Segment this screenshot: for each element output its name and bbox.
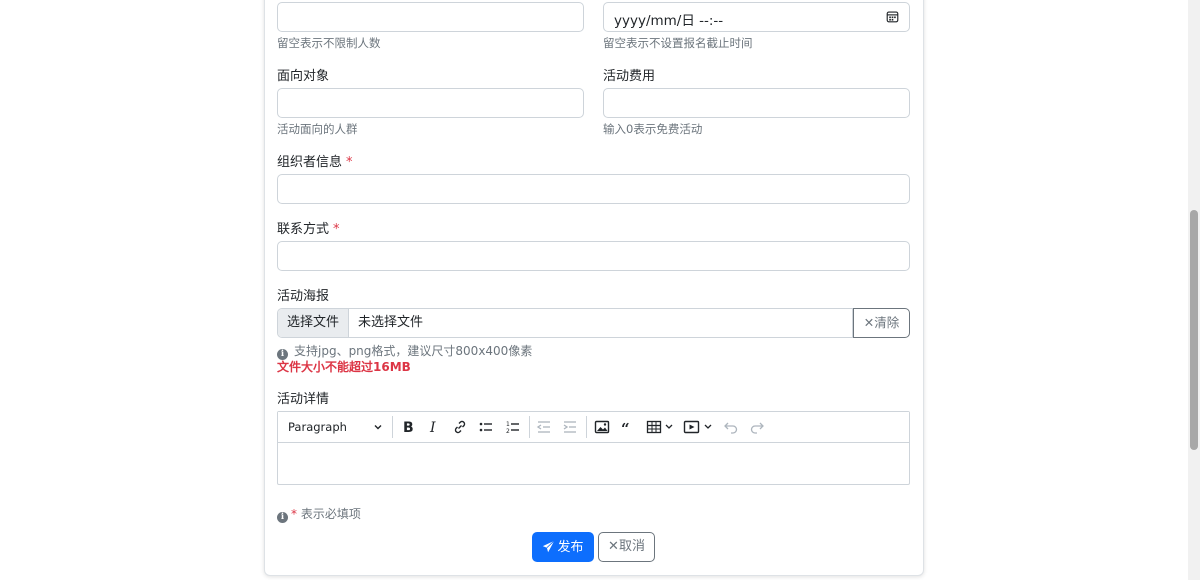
contact-required-mark: * bbox=[333, 222, 340, 237]
required-note-text: 表示必填项 bbox=[300, 507, 361, 521]
organizer-input[interactable] bbox=[277, 174, 910, 204]
toolbar-separator bbox=[392, 416, 393, 438]
fee-label: 活动费用 bbox=[603, 69, 656, 84]
organizer-label-text: 组织者信息 bbox=[277, 155, 343, 170]
table-icon[interactable] bbox=[646, 419, 676, 435]
contact-label: 联系方式 * bbox=[277, 218, 340, 237]
audience-input[interactable] bbox=[277, 88, 584, 118]
contact-input[interactable] bbox=[277, 241, 910, 271]
editor-content-area[interactable] bbox=[278, 443, 909, 484]
link-icon[interactable] bbox=[452, 419, 468, 435]
svg-text:B: B bbox=[403, 420, 414, 435]
paper-plane-icon bbox=[543, 540, 555, 553]
publish-label: 发布 bbox=[557, 540, 584, 555]
calendar-icon[interactable] bbox=[886, 10, 899, 23]
deadline-datetime-input[interactable]: yyyy/mm/日 --:-- bbox=[603, 2, 910, 32]
audience-help: 活动面向的人群 bbox=[277, 122, 358, 136]
poster-size-error: 文件大小不能超过16MB bbox=[277, 360, 411, 374]
svg-text:2: 2 bbox=[506, 428, 510, 435]
cancel-x-icon: ✕ bbox=[608, 539, 619, 554]
media-icon[interactable] bbox=[683, 419, 715, 435]
cancel-button[interactable]: ✕取消 bbox=[598, 532, 655, 562]
image-icon[interactable] bbox=[594, 419, 610, 435]
required-note: i * 表示必填项 bbox=[277, 505, 361, 523]
bulleted-list-icon[interactable] bbox=[478, 419, 494, 435]
fee-input[interactable] bbox=[603, 88, 910, 118]
page-scrollbar-thumb[interactable] bbox=[1190, 210, 1198, 450]
file-name-text: 未选择文件 bbox=[358, 315, 424, 330]
max-participants-help: 留空表示不限制人数 bbox=[277, 36, 381, 50]
toolbar-separator bbox=[529, 416, 530, 438]
form-card bbox=[264, 0, 924, 576]
toolbar-separator bbox=[586, 416, 587, 438]
clear-label: 清除 bbox=[874, 315, 900, 330]
svg-text:1: 1 bbox=[506, 421, 510, 428]
organizer-label: 组织者信息 * bbox=[277, 151, 353, 170]
svg-text:“: “ bbox=[621, 420, 630, 435]
paragraph-dropdown[interactable]: Paragraph bbox=[288, 420, 347, 434]
audience-label: 面向对象 bbox=[277, 69, 330, 84]
poster-label: 活动海报 bbox=[277, 289, 330, 304]
publish-button[interactable]: 发布 bbox=[532, 532, 594, 562]
editor-toolbar: Paragraph B I 12 “ bbox=[278, 412, 909, 443]
cancel-label: 取消 bbox=[618, 539, 645, 554]
redo-icon[interactable] bbox=[749, 419, 765, 435]
details-rich-text-editor: Paragraph B I 12 “ bbox=[277, 411, 910, 485]
numbered-list-icon[interactable]: 12 bbox=[505, 419, 521, 435]
organizer-required-mark: * bbox=[346, 155, 353, 170]
chevron-down-icon[interactable] bbox=[373, 422, 383, 432]
info-icon: i bbox=[277, 512, 288, 523]
contact-label-text: 联系方式 bbox=[277, 222, 330, 237]
clear-file-button[interactable]: ✕清除 bbox=[853, 308, 910, 338]
max-participants-input[interactable] bbox=[277, 2, 584, 32]
fee-help: 输入0表示免费活动 bbox=[603, 122, 703, 136]
outdent-icon[interactable] bbox=[536, 419, 552, 435]
svg-text:I: I bbox=[429, 420, 436, 435]
details-label: 活动详情 bbox=[277, 392, 330, 407]
deadline-value: yyyy/mm/日 --:-- bbox=[614, 13, 724, 29]
choose-file-button[interactable]: 选择文件 bbox=[278, 309, 349, 337]
deadline-help: 留空表示不设置报名截止时间 bbox=[603, 36, 753, 50]
undo-icon[interactable] bbox=[723, 419, 739, 435]
italic-icon[interactable]: I bbox=[426, 419, 442, 435]
bold-icon[interactable]: B bbox=[400, 419, 416, 435]
clear-x-icon: ✕ bbox=[863, 315, 875, 330]
required-note-mark: * bbox=[291, 507, 297, 521]
poster-file-input[interactable]: 选择文件 未选择文件 bbox=[277, 308, 853, 338]
indent-icon[interactable] bbox=[562, 419, 578, 435]
quote-icon[interactable]: “ bbox=[620, 419, 636, 435]
poster-hint-text: 支持jpg、png格式，建议尺寸800x400像素 bbox=[294, 344, 533, 358]
